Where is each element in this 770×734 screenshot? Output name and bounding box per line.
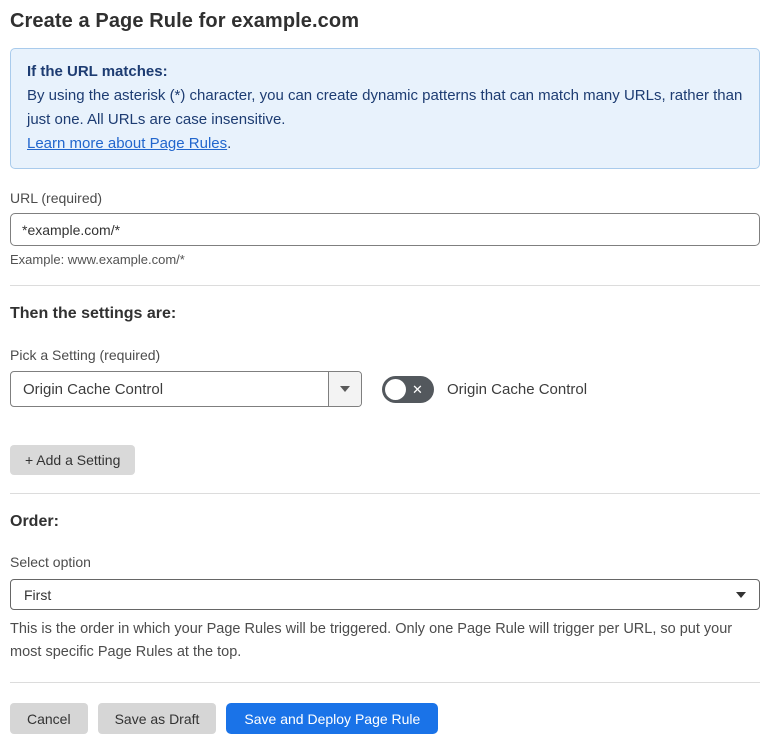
link-suffix: . <box>227 135 232 152</box>
info-box-heading: If the URL matches: <box>27 63 168 80</box>
chevron-down-icon <box>340 386 350 392</box>
url-field-label: URL (required) <box>10 190 103 206</box>
divider <box>10 682 760 683</box>
order-select[interactable]: First <box>10 579 760 610</box>
order-select-value: First <box>24 586 52 603</box>
setting-row: Origin Cache Control ✕ Origin Cache Cont… <box>10 371 760 407</box>
url-match-info-box: If the URL matches: By using the asteris… <box>10 48 760 169</box>
url-example-hint: Example: www.example.com/* <box>10 252 185 267</box>
setting-picker-label: Pick a Setting (required) <box>10 347 161 363</box>
setting-toggle[interactable]: ✕ <box>382 375 434 403</box>
order-section-heading: Order: <box>10 513 59 530</box>
url-input[interactable] <box>10 213 760 246</box>
setting-picker-arrow-button[interactable] <box>328 372 361 406</box>
save-as-draft-button[interactable]: Save as Draft <box>97 703 217 734</box>
page-rule-form: Create a Page Rule for example.com If th… <box>0 0 770 734</box>
settings-section-heading: Then the settings are: <box>10 305 177 322</box>
info-box-body: By using the asterisk (*) character, you… <box>27 87 743 128</box>
toggle-knob-icon <box>385 378 406 400</box>
cancel-button[interactable]: Cancel <box>10 703 88 734</box>
setting-picker-dropdown[interactable]: Origin Cache Control <box>10 371 362 407</box>
action-buttons-row: Cancel Save as Draft Save and Deploy Pag… <box>10 703 760 734</box>
add-setting-button[interactable]: + Add a Setting <box>10 445 136 475</box>
learn-more-link[interactable]: Learn more about Page Rules <box>27 135 227 152</box>
save-and-deploy-button[interactable]: Save and Deploy Page Rule <box>226 703 439 734</box>
order-description: This is the order in which your Page Rul… <box>10 621 733 660</box>
divider <box>10 493 760 494</box>
page-title: Create a Page Rule for example.com <box>10 10 360 32</box>
info-box-link-line: Learn more about Page Rules. <box>27 132 743 156</box>
setting-picker-value: Origin Cache Control <box>23 380 164 398</box>
order-select-label: Select option <box>10 554 91 570</box>
chevron-down-icon <box>736 591 746 598</box>
toggle-x-icon: ✕ <box>412 381 423 397</box>
divider <box>10 285 760 286</box>
setting-toggle-label: Origin Cache Control <box>447 380 588 398</box>
